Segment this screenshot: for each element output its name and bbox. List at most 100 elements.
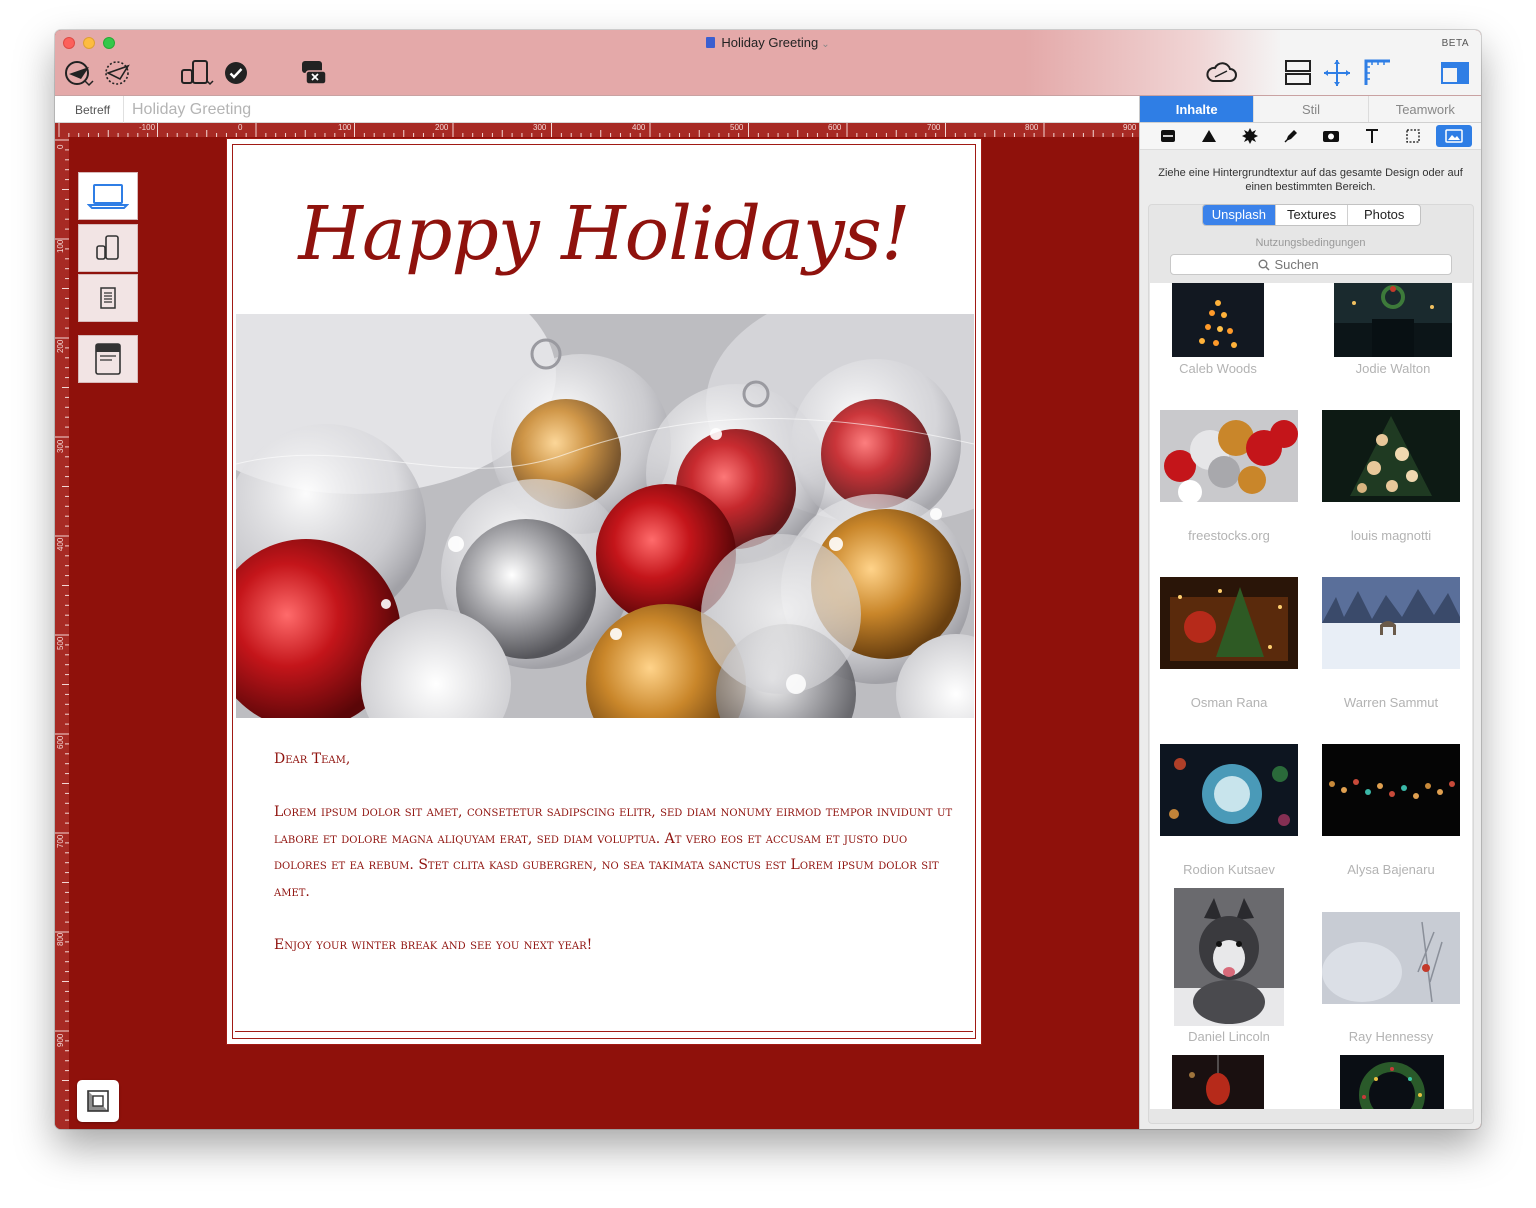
- sidebar-toggle-button[interactable]: [1438, 58, 1472, 88]
- photo-thumbnail[interactable]: [1160, 577, 1298, 669]
- ruler-label: 500: [730, 123, 744, 132]
- photo-thumbnail[interactable]: [1160, 410, 1298, 502]
- sections-tool[interactable]: [1150, 125, 1186, 147]
- vertical-ruler[interactable]: 0 100 200 300 400 500 600 700 800 900: [55, 137, 69, 1129]
- chat-bubbles-icon: [302, 61, 327, 85]
- ruler-label: 0: [56, 144, 65, 149]
- selection-tool[interactable]: [1395, 125, 1431, 147]
- cloud-sync-button[interactable]: [1201, 58, 1241, 88]
- sections-icon: [1161, 130, 1176, 142]
- device-preview-button[interactable]: [178, 58, 216, 88]
- dashed-square-icon: [1406, 129, 1420, 143]
- ruler-label: 600: [828, 123, 842, 132]
- photo-thumbnail[interactable]: [1340, 1055, 1444, 1109]
- image-icon: [1444, 129, 1463, 143]
- photo-thumbnail[interactable]: [1322, 410, 1460, 502]
- tab-teamwork[interactable]: Teamwork: [1369, 96, 1481, 122]
- chevron-down-icon[interactable]: ⌄: [821, 39, 829, 50]
- photo-tool[interactable]: [1313, 125, 1349, 147]
- draw-tool[interactable]: [1273, 125, 1309, 147]
- photo-thumbnail[interactable]: [1172, 1055, 1264, 1109]
- triangle-icon: [1202, 130, 1217, 142]
- photo-credit: Daniel Lincoln: [1188, 1029, 1270, 1044]
- photo-thumbnail[interactable]: [1334, 283, 1452, 357]
- search-input[interactable]: [1274, 257, 1365, 272]
- browser-window-icon: [95, 343, 121, 375]
- plane-send-icon: [65, 61, 94, 87]
- layers-button[interactable]: [77, 1080, 119, 1122]
- document-icon: [100, 287, 116, 309]
- layout-button[interactable]: [1281, 58, 1315, 88]
- guides-button[interactable]: [1320, 58, 1354, 88]
- app-window: Holiday Greeting ⌄ BETA Betreff Holiday …: [55, 30, 1481, 1129]
- ruler-label: 400: [56, 537, 65, 551]
- title-bar: Holiday Greeting ⌄ BETA: [55, 30, 1481, 96]
- photo-credit: Caleb Woods: [1179, 361, 1257, 376]
- hero-image[interactable]: [236, 314, 974, 718]
- mobile-view-button[interactable]: [78, 224, 138, 272]
- photo-thumbnail-image: [1329, 779, 1455, 799]
- subject-bar: Betreff Holiday Greeting: [55, 96, 1139, 123]
- ruler-label: 300: [56, 439, 65, 453]
- photo-thumbnail[interactable]: [1172, 283, 1264, 357]
- subject-divider: [123, 96, 124, 123]
- photo-credit: Osman Rana: [1190, 695, 1268, 710]
- ruler-toggle-button[interactable]: [1361, 58, 1395, 88]
- ruler-label: 700: [56, 834, 65, 848]
- ruler-label: 0: [238, 123, 243, 132]
- tab-inhalte[interactable]: Inhalte: [1140, 96, 1255, 122]
- panel-hint: Ziehe eine Hintergrundtextur auf das ges…: [1158, 167, 1463, 193]
- photo-thumbnail[interactable]: [1174, 888, 1284, 1026]
- pen-icon: [1284, 130, 1297, 143]
- text-view-button[interactable]: [78, 274, 138, 322]
- email-footer-rule: [235, 1031, 973, 1032]
- background-tool[interactable]: [1435, 125, 1472, 147]
- send-test-button[interactable]: [61, 58, 97, 88]
- photo-thumbnail-image: [1174, 898, 1284, 1026]
- ruler-label: 200: [435, 123, 449, 132]
- desktop-view-button[interactable]: [78, 172, 138, 220]
- publish-button[interactable]: [99, 58, 135, 88]
- email-canvas[interactable]: Happy Holidays! Dear Team, Lorem ipsum d…: [226, 138, 982, 1045]
- photo-thumbnail-image: [1334, 285, 1452, 357]
- check-button[interactable]: [221, 58, 251, 88]
- photo-thumbnail[interactable]: [1322, 577, 1460, 669]
- photo-thumbnail[interactable]: [1160, 744, 1298, 836]
- badges-tool[interactable]: [1232, 125, 1268, 147]
- ruler-label: 400: [632, 123, 646, 132]
- starburst-icon: [1241, 128, 1258, 144]
- terms-link[interactable]: Nutzungsbedingungen: [1140, 237, 1481, 249]
- subject-label: Betreff: [75, 103, 111, 117]
- source-view-button[interactable]: [78, 335, 138, 383]
- ruler-label: 900: [1123, 123, 1137, 132]
- source-photos[interactable]: Photos: [1348, 205, 1420, 225]
- source-selector: Unsplash Textures Photos: [1202, 204, 1421, 226]
- shapes-tool[interactable]: [1191, 125, 1227, 147]
- tab-stil[interactable]: Stil: [1254, 96, 1369, 122]
- search-icon: [1258, 259, 1270, 271]
- ruler-label: 300: [533, 123, 547, 132]
- horizontal-ruler[interactable]: -100 0 100 200 300 400 500 600 700 800 9…: [55, 123, 1139, 137]
- email-body[interactable]: Lorem ipsum dolor sit amet, consetetur s…: [274, 799, 954, 905]
- email-closing[interactable]: Enjoy your winter break and see you next…: [274, 932, 954, 959]
- photo-thumbnail-image: [1189, 1055, 1230, 1105]
- sidebar-icon: [1441, 62, 1469, 84]
- photo-thumbnail[interactable]: [1322, 744, 1460, 836]
- search-field[interactable]: [1170, 254, 1452, 275]
- photo-thumbnail[interactable]: [1322, 912, 1460, 1004]
- ruler-ticks: [58, 123, 1134, 137]
- text-tool[interactable]: [1354, 125, 1390, 147]
- source-unsplash[interactable]: Unsplash: [1203, 205, 1276, 225]
- photo-grid[interactable]: Caleb Woods Jodie Walton freestocks.org …: [1150, 283, 1472, 1109]
- email-greeting[interactable]: Dear Team,: [274, 746, 954, 773]
- photo-thumbnail-image: [1169, 758, 1290, 826]
- photo-thumbnail-image: [1322, 912, 1460, 1004]
- source-textures[interactable]: Textures: [1276, 205, 1349, 225]
- ruler-label: 800: [56, 932, 65, 946]
- laptop-icon: [87, 184, 129, 209]
- check-circle-icon: [225, 62, 247, 84]
- photo-credit: Alysa Bajenaru: [1347, 862, 1435, 877]
- comments-button[interactable]: [297, 58, 331, 88]
- email-headline[interactable]: Happy Holidays!: [229, 191, 979, 277]
- subject-input[interactable]: Holiday Greeting: [132, 101, 251, 119]
